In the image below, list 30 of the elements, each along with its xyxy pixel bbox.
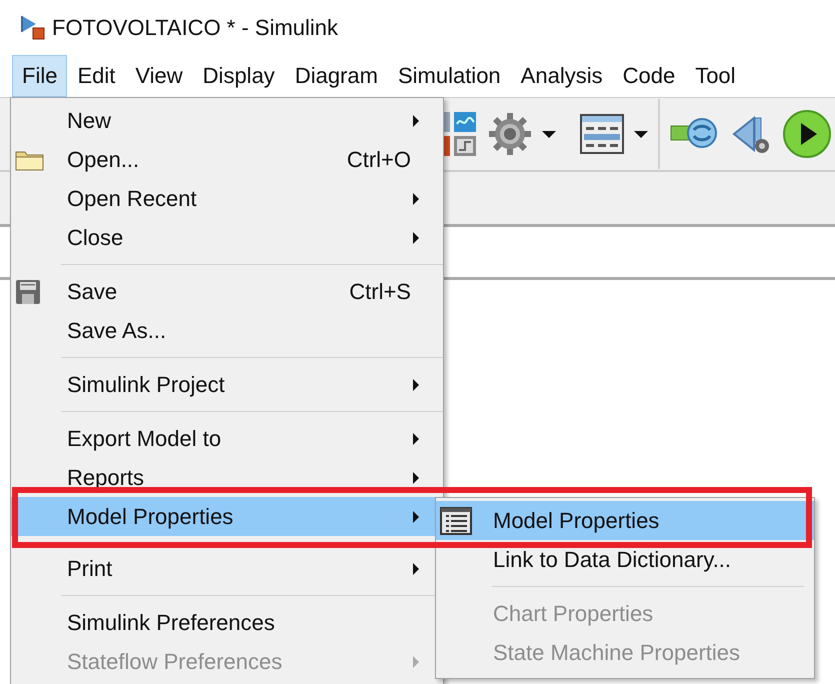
gear-icon[interactable] [488,112,532,156]
shortcut-label: Ctrl+O [346,146,411,172]
shortcut-label: Ctrl+S [349,278,411,304]
menu-item[interactable]: Save Ctrl+S [11,272,443,311]
menu-bar-item[interactable]: Display [192,55,285,97]
menu-item[interactable]: Reports [11,458,443,497]
caret-icon[interactable] [542,130,556,138]
caret-icon[interactable] [634,130,648,138]
menu-bar-item[interactable]: Tool [685,55,746,97]
menu-bar-item[interactable]: File [12,55,68,97]
model-icon [20,14,46,42]
menu-bar-item[interactable]: Diagram [284,55,388,97]
menu-bar-item[interactable]: Code [612,55,686,97]
menu-item[interactable]: Simulink Project [11,365,443,404]
table-icon[interactable] [580,114,624,154]
menu-item[interactable]: Export Model to [11,419,443,458]
run-icon[interactable] [782,109,832,159]
folder-icon [15,148,45,170]
list-icon [440,506,472,534]
menu-item[interactable]: Print [11,549,443,588]
menu-item[interactable]: Close [11,218,443,257]
menu-bar-item[interactable]: Analysis [510,55,613,97]
menu-bar-item[interactable]: Simulation [388,55,511,97]
menu-bar-item[interactable]: View [125,55,193,97]
menu-item[interactable]: Model Properties [436,501,814,540]
menu-item[interactable]: Save As... [11,311,443,350]
menu-bar-item[interactable]: Edit [67,55,126,97]
menu-item[interactable]: New [11,101,443,140]
window-title: FOTOVOLTAICO * - Simulink [52,14,338,40]
menu-item[interactable]: Open... Ctrl+O [11,140,443,179]
